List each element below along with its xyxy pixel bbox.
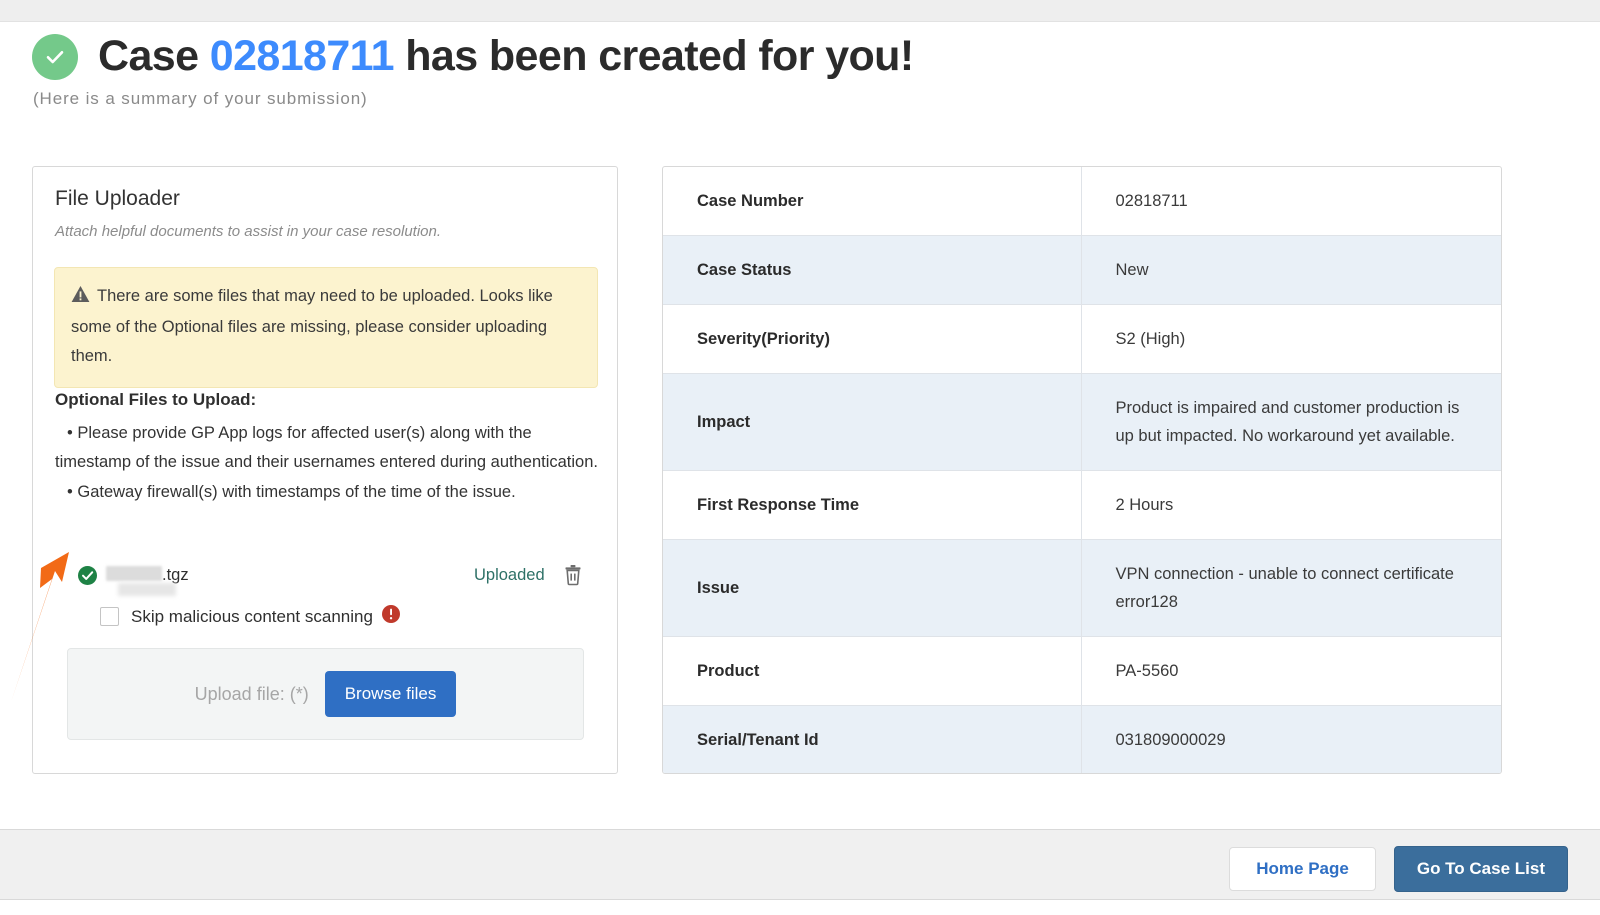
home-page-button[interactable]: Home Page [1229, 847, 1376, 891]
page-footer: Home Page Go To Case List [0, 830, 1600, 900]
case-detail-key: Issue [663, 540, 1081, 637]
file-uploader-subtitle: Attach helpful documents to assist in yo… [55, 223, 441, 240]
page-title-prefix: Case [98, 32, 210, 80]
case-detail-value: 031809000029 [1081, 706, 1501, 774]
page-title-suffix: has been created for you! [394, 32, 914, 80]
warning-triangle-icon [71, 284, 90, 313]
optional-files-heading: Optional Files to Upload: [55, 390, 256, 410]
check-circle-filled-icon [78, 566, 97, 585]
table-row: Case Number02818711 [663, 167, 1501, 236]
case-detail-key: Serial/Tenant Id [663, 706, 1081, 774]
uploaded-file-row: .tgz Uploaded [78, 559, 593, 591]
case-detail-value[interactable]: 02818711 [1081, 167, 1501, 236]
case-detail-key: Case Number [663, 167, 1081, 236]
optional-file-item: • Please provide GP App logs for affecte… [55, 419, 600, 478]
case-details-table: Case Number02818711Case StatusNewSeverit… [663, 167, 1501, 774]
page-root: Case 02818711 has been created for you! … [0, 0, 1600, 915]
case-detail-key: Case Status [663, 236, 1081, 305]
case-detail-value: PA-5560 [1081, 637, 1501, 706]
missing-files-warning-text: There are some files that may need to be… [71, 287, 553, 365]
page-subtitle: (Here is a summary of your submission) [33, 89, 1532, 109]
case-detail-key: Product [663, 637, 1081, 706]
table-row: Severity(Priority)S2 (High) [663, 305, 1501, 374]
table-row: IssueVPN connection - unable to connect … [663, 540, 1501, 637]
upload-file-hint: Upload file: (*) [195, 684, 309, 705]
case-detail-key: First Response Time [663, 471, 1081, 540]
case-detail-value: VPN connection - unable to connect certi… [1081, 540, 1501, 637]
optional-file-item: • Gateway firewall(s) with timestamps of… [55, 478, 600, 507]
case-detail-key: Severity(Priority) [663, 305, 1081, 374]
table-row: First Response Time2 Hours [663, 471, 1501, 540]
table-row: ProductPA-5560 [663, 637, 1501, 706]
case-detail-value: 2 Hours [1081, 471, 1501, 540]
table-row: ImpactProduct is impaired and customer p… [663, 374, 1501, 471]
page-header: Case 02818711 has been created for you! … [32, 34, 1532, 109]
file-uploader-panel: File Uploader Attach helpful documents t… [32, 166, 618, 774]
browse-files-button[interactable]: Browse files [325, 671, 457, 717]
case-detail-value: New [1081, 236, 1501, 305]
page-title-case-number: 02818711 [210, 32, 394, 80]
case-detail-value: S2 (High) [1081, 305, 1501, 374]
skip-malicious-scan-label: Skip malicious content scanning [131, 607, 373, 627]
page-title: Case 02818711 has been created for you! [98, 34, 914, 79]
optional-files-list: • Please provide GP App logs for affecte… [55, 419, 600, 507]
case-detail-value: Product is impaired and customer product… [1081, 374, 1501, 471]
go-to-case-list-button[interactable]: Go To Case List [1394, 846, 1568, 892]
missing-files-warning: There are some files that may need to be… [54, 267, 598, 388]
skip-malicious-scan-checkbox[interactable] [100, 607, 119, 626]
upload-status-label: Uploaded [474, 566, 545, 585]
case-detail-key: Impact [663, 374, 1081, 471]
table-row: Serial/Tenant Id031809000029 [663, 706, 1501, 774]
file-uploader-title: File Uploader [55, 187, 180, 211]
redacted-filename [106, 566, 162, 585]
table-row: Case StatusNew [663, 236, 1501, 305]
trash-icon[interactable] [563, 564, 583, 591]
check-circle-icon [32, 34, 78, 80]
skip-malicious-scan-row[interactable]: Skip malicious content scanning [100, 605, 400, 628]
error-exclamation-icon[interactable] [382, 605, 400, 628]
case-summary-panel: Case Number02818711Case StatusNewSeverit… [662, 166, 1502, 774]
top-browser-strip [0, 0, 1600, 22]
upload-dropzone[interactable]: Upload file: (*) Browse files [67, 648, 584, 740]
